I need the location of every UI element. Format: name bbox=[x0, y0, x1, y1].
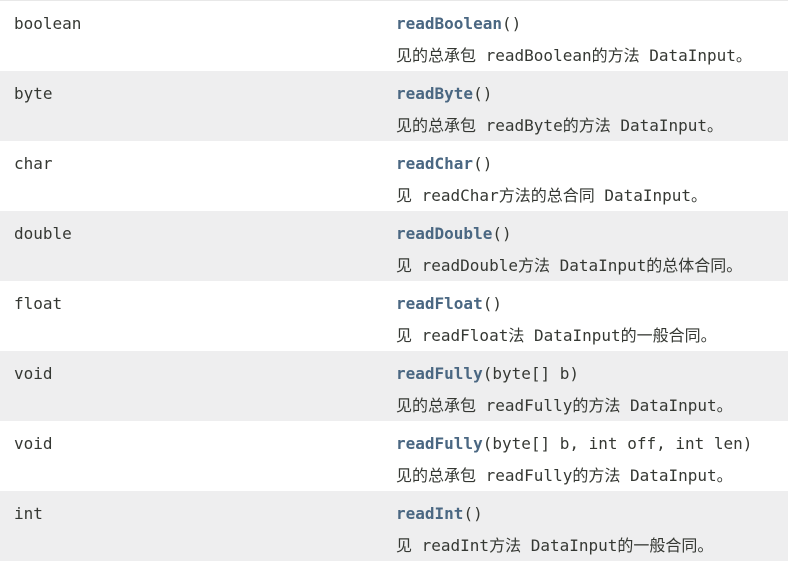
method-description: 见的总承包 readBoolean的方法 DataInput。 bbox=[396, 46, 752, 65]
method-link[interactable]: readInt bbox=[396, 504, 463, 523]
table-row: void readFully(byte[] b) 见的总承包 readFully… bbox=[0, 351, 788, 421]
method-params: () bbox=[482, 294, 502, 313]
return-type: double bbox=[14, 224, 72, 243]
method-description: 见 readChar方法的总合同 DataInput。 bbox=[396, 186, 708, 205]
table-row: int readInt() 见 readInt方法 DataInput的一般合同… bbox=[0, 491, 788, 561]
method-signature: readChar() bbox=[396, 154, 492, 173]
method-signature: readBoolean() bbox=[396, 14, 521, 33]
method-signature: readFloat() bbox=[396, 294, 502, 313]
return-type: char bbox=[14, 154, 53, 173]
table-row: double readDouble() 见 readDouble方法 DataI… bbox=[0, 211, 788, 281]
table-row: byte readByte() 见的总承包 readByte的方法 DataIn… bbox=[0, 71, 788, 141]
method-link[interactable]: readFully bbox=[396, 364, 483, 383]
method-params: () bbox=[473, 154, 493, 173]
return-type: byte bbox=[14, 84, 53, 103]
return-type: void bbox=[14, 364, 53, 383]
method-link[interactable]: readBoolean bbox=[396, 14, 502, 33]
method-link[interactable]: readFully bbox=[396, 434, 483, 453]
method-summary-table: boolean readBoolean() 见的总承包 readBoolean的… bbox=[0, 0, 788, 561]
method-signature: readInt() bbox=[396, 504, 483, 523]
method-params: (byte[] b) bbox=[482, 364, 580, 383]
return-type: float bbox=[14, 294, 63, 313]
method-description: 见 readFloat法 DataInput的一般合同。 bbox=[396, 326, 717, 345]
method-link[interactable]: readChar bbox=[396, 154, 473, 173]
method-link[interactable]: readByte bbox=[396, 84, 473, 103]
method-description: 见的总承包 readFully的方法 DataInput。 bbox=[396, 396, 733, 415]
method-signature: readByte() bbox=[396, 84, 492, 103]
method-description: 见 readInt方法 DataInput的一般合同。 bbox=[396, 536, 714, 555]
table-row: float readFloat() 见 readFloat法 DataInput… bbox=[0, 281, 788, 351]
return-type: int bbox=[14, 504, 43, 523]
method-signature: readFully(byte[] b) bbox=[396, 364, 579, 383]
method-params: (byte[] b, int off, int len) bbox=[482, 434, 753, 453]
method-link[interactable]: readFloat bbox=[396, 294, 483, 313]
table-row: char readChar() 见 readChar方法的总合同 DataInp… bbox=[0, 141, 788, 211]
method-params: () bbox=[492, 224, 512, 243]
method-params: () bbox=[463, 504, 483, 523]
method-description: 见的总承包 readFully的方法 DataInput。 bbox=[396, 466, 733, 485]
table-row: boolean readBoolean() 见的总承包 readBoolean的… bbox=[0, 1, 788, 71]
method-link[interactable]: readDouble bbox=[396, 224, 492, 243]
method-signature: readDouble() bbox=[396, 224, 512, 243]
method-params: () bbox=[501, 14, 522, 33]
return-type: void bbox=[14, 434, 53, 453]
method-description: 见的总承包 readByte的方法 DataInput。 bbox=[396, 116, 724, 135]
method-params: () bbox=[473, 84, 493, 103]
table-row: void readFully(byte[] b, int off, int le… bbox=[0, 421, 788, 491]
method-signature: readFully(byte[] b, int off, int len) bbox=[396, 434, 752, 453]
method-description: 见 readDouble方法 DataInput的总体合同。 bbox=[396, 256, 743, 275]
return-type: boolean bbox=[14, 14, 82, 33]
